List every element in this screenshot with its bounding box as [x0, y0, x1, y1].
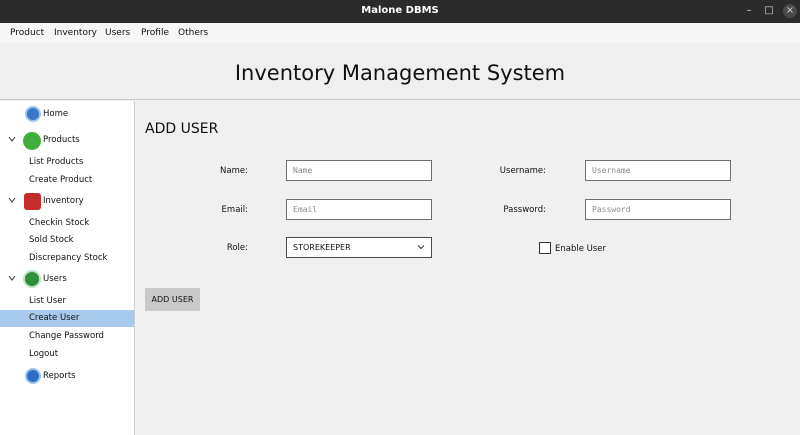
add-user-button[interactable]: ADD USER — [145, 288, 200, 311]
reports-icon — [25, 368, 41, 384]
sidebar-item-label: Create Product — [29, 175, 93, 185]
username-label: Username: — [499, 166, 546, 176]
email-input[interactable] — [286, 199, 432, 220]
role-label: Role: — [226, 243, 248, 253]
sidebar-item-label: Users — [43, 274, 67, 284]
window-title: Malone DBMS — [361, 5, 439, 16]
menu-users[interactable]: Users — [105, 28, 130, 38]
sidebar-item-label: Inventory — [43, 196, 84, 206]
users-icon — [23, 270, 41, 288]
sidebar-item-label: Change Password — [29, 331, 104, 341]
sidebar-item-checkin-stock[interactable]: Checkin Stock — [0, 215, 134, 232]
sidebar-item-create-product[interactable]: Create Product — [0, 172, 134, 189]
chevron-down-icon[interactable] — [8, 274, 16, 282]
enable-user-checkbox[interactable] — [539, 242, 551, 254]
password-input[interactable] — [585, 199, 731, 220]
sidebar-item-reports[interactable]: Reports — [0, 368, 134, 385]
menu-profile[interactable]: Profile — [141, 28, 169, 38]
enable-user-label: Enable User — [555, 244, 607, 254]
sidebar-item-label: Discrepancy Stock — [29, 253, 108, 263]
sidebar-group-inventory[interactable]: Inventory — [0, 193, 134, 210]
name-input[interactable] — [286, 160, 432, 181]
menu-bar: Product Inventory Users Profile Others — [0, 23, 800, 43]
email-label: Email: — [221, 205, 248, 215]
chevron-down-icon[interactable] — [8, 196, 16, 204]
inventory-icon — [24, 193, 41, 210]
sidebar-item-label: Products — [43, 135, 80, 145]
sidebar-item-sold-stock[interactable]: Sold Stock — [0, 232, 134, 249]
page-title: ADD USER — [145, 121, 219, 137]
sidebar-item-label: Home — [43, 109, 69, 119]
maximize-button[interactable]: □ — [762, 4, 776, 18]
sidebar-group-products[interactable]: Products — [0, 132, 134, 150]
sidebar-item-label: Sold Stock — [29, 235, 74, 245]
home-icon — [25, 106, 41, 122]
chevron-down-icon — [417, 243, 425, 253]
sidebar-item-home[interactable]: Home — [0, 106, 134, 123]
sidebar-item-logout[interactable]: Logout — [0, 346, 134, 363]
chevron-down-icon[interactable] — [8, 135, 16, 143]
sidebar-item-label: Logout — [29, 349, 59, 359]
role-select[interactable]: STOREKEEPER — [286, 237, 432, 258]
sidebar-item-list-user[interactable]: List User — [0, 293, 134, 310]
products-icon — [23, 132, 41, 150]
sidebar-item-label: Reports — [43, 371, 76, 381]
menu-others[interactable]: Others — [178, 28, 208, 38]
sidebar-item-label: Create User — [29, 313, 80, 323]
close-button[interactable]: × — [783, 4, 797, 18]
sidebar-item-discrepancy-stock[interactable]: Discrepancy Stock — [0, 250, 134, 267]
sidebar-group-users[interactable]: Users — [0, 270, 134, 288]
page-header: Inventory Management System — [0, 43, 800, 100]
username-input[interactable] — [585, 160, 731, 181]
sidebar-tree: Home Products List Products Create Produ… — [0, 101, 135, 435]
menu-inventory[interactable]: Inventory — [54, 28, 97, 38]
sidebar-item-list-products[interactable]: List Products — [0, 154, 134, 171]
sidebar-item-create-user[interactable]: Create User — [0, 310, 134, 327]
name-label: Name: — [220, 166, 248, 176]
role-value: STOREKEEPER — [293, 243, 351, 252]
sidebar-item-change-password[interactable]: Change Password — [0, 328, 134, 345]
menu-product[interactable]: Product — [10, 28, 44, 38]
app-heading: Inventory Management System — [234, 61, 566, 85]
sidebar-item-label: List Products — [29, 157, 84, 167]
sidebar-item-label: List User — [29, 296, 66, 306]
sidebar-item-label: Checkin Stock — [29, 218, 90, 228]
password-label: Password: — [503, 205, 546, 215]
main-content: ADD USER Name: Username: Email: Password… — [136, 101, 800, 435]
window-titlebar: Malone DBMS – □ × — [0, 0, 800, 23]
minimize-button[interactable]: – — [742, 4, 756, 18]
